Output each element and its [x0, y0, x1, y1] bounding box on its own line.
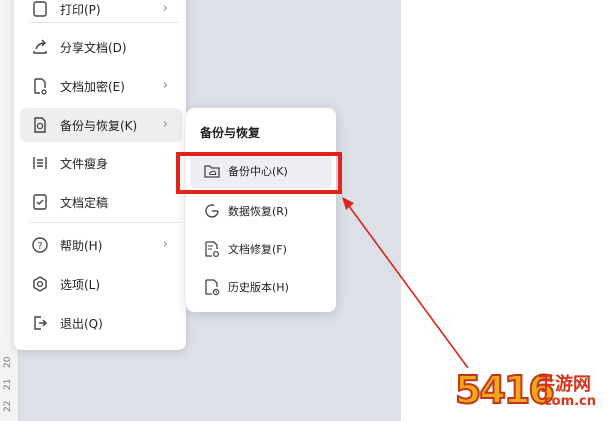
watermark-text: 手游网	[537, 374, 591, 395]
watermark-domain: .com.cn	[539, 394, 597, 409]
annotation-arrow	[342, 197, 469, 369]
site-watermark: 5416 手游网 .com.cn	[454, 367, 605, 418]
